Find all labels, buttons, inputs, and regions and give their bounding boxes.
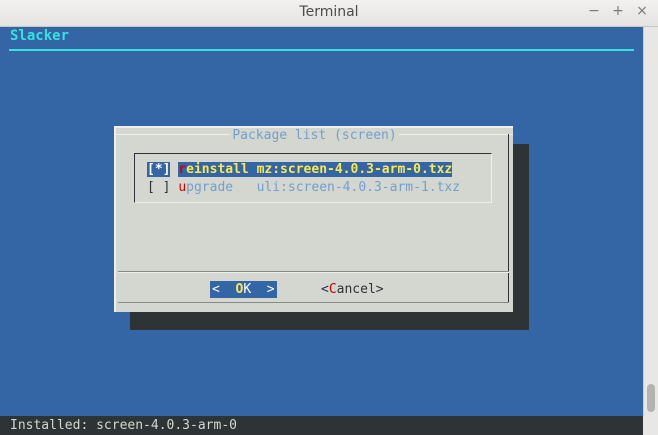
button-separator-highlight (118, 272, 509, 273)
window-controls: − + × (588, 3, 648, 19)
package-listbox: [*] reinstall mz:screen-4.0.3-arm-0.txz … (134, 153, 492, 203)
list-item[interactable]: [ ] upgrade uli:screen-4.0.3-arm-1.txz (147, 179, 460, 196)
status-bar: Installed: screen-4.0.3-arm-0 (0, 416, 643, 435)
scrollbar[interactable] (643, 27, 658, 416)
app-title: Slacker (10, 28, 70, 44)
status-text: Installed: screen-4.0.3-arm-0 (10, 418, 237, 433)
maximize-icon[interactable]: + (612, 3, 624, 19)
dialog-right-border (508, 134, 509, 302)
list-item[interactable]: [*] reinstall mz:screen-4.0.3-arm-0.txz (147, 161, 453, 178)
minimize-icon[interactable]: − (588, 3, 600, 19)
ok-button[interactable]: < OK > (210, 281, 277, 298)
cancel-button-hotkey: C (328, 282, 337, 297)
checkbox[interactable]: [ ] (147, 180, 170, 195)
item-hotkey: u (178, 180, 187, 195)
cancel-button-left: < (321, 282, 329, 297)
window-title: Terminal (299, 4, 359, 20)
ok-button-left: < (212, 282, 236, 297)
dialog-bottom-border (118, 302, 509, 303)
close-icon[interactable]: × (636, 3, 648, 19)
cancel-button-right: ancel> (336, 282, 384, 297)
checkbox[interactable]: [*] (147, 162, 171, 177)
ok-button-right: K > (243, 282, 275, 297)
scrollbar-corner (643, 416, 658, 435)
dialog-title-text: Package list (screen) (230, 128, 399, 143)
dialog-title: Package list (screen) (116, 128, 513, 144)
item-hotkey: r (178, 162, 187, 177)
window-titlebar: Terminal − + × (0, 0, 658, 27)
app-title-rule (9, 49, 634, 51)
item-label: pgrade uli:screen-4.0.3-arm-1.txz (186, 180, 461, 195)
item-label: einstall mz:screen-4.0.3-arm-0.txz (186, 162, 453, 177)
package-list-dialog: Package list (screen) [*] reinstall mz:s… (114, 126, 513, 312)
scrollbar-thumb[interactable] (647, 384, 655, 412)
cancel-button[interactable]: <Cancel> (321, 281, 384, 298)
